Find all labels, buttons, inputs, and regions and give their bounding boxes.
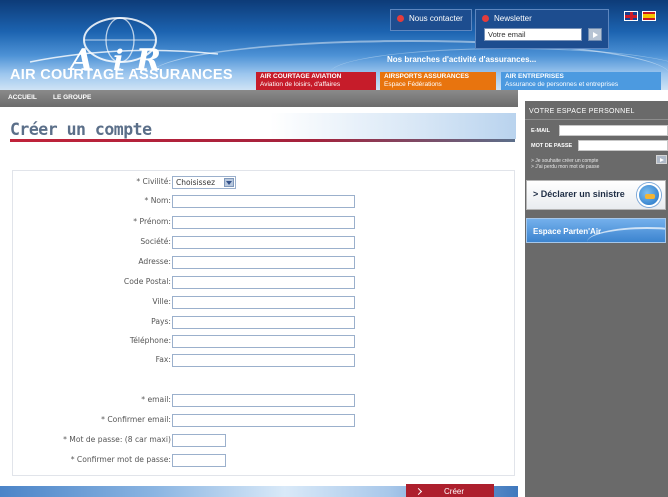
telephone-input[interactable] (172, 335, 355, 348)
newsletter-box: Newsletter (475, 9, 609, 49)
ville-label: Ville: (152, 297, 171, 306)
branch-tab-title: AIR ENTREPRISES (505, 73, 564, 80)
form-row-ville: Ville: (13, 296, 516, 310)
form-row-confirm-password: * Confirmer mot de passe: (13, 454, 516, 468)
confirm-email-input[interactable] (172, 414, 355, 427)
form-row-code-postal: Code Postal: (13, 276, 516, 290)
contact-link[interactable]: Nous contacter (390, 9, 472, 31)
form-row-civility: * Civilité: Choisissez (13, 176, 516, 190)
lost-password-link[interactable]: > J'ai perdu mon mot de passe (531, 164, 599, 170)
email-label: * email: (141, 395, 171, 404)
confirm-password-input[interactable] (172, 454, 226, 467)
title-underline (10, 139, 515, 142)
form-row-societe: Société: (13, 236, 516, 250)
site-header: A i R AIR COURTAGE ASSURANCES Nous conta… (0, 0, 668, 90)
page-title: Créer un compte (10, 120, 152, 139)
create-account-button-label: Créer (444, 487, 465, 496)
form-row-confirm-email: * Confirmer email: (13, 414, 516, 428)
form-row-fax: Fax: (13, 354, 516, 368)
adresse-input[interactable] (172, 256, 355, 269)
form-row-pays: Pays: (13, 316, 516, 330)
branch-tab-subtitle: Espace Fédérations (384, 81, 442, 88)
main-nav: ACCUEIL LE GROUPE (0, 90, 518, 107)
confirm-password-label: * Confirmer mot de passe: (70, 455, 171, 464)
login-email-label: E-MAIL (531, 128, 550, 134)
prenom-input[interactable] (172, 216, 355, 229)
email-input[interactable] (172, 394, 355, 407)
form-row-email: * email: (13, 394, 516, 408)
societe-label: Société: (140, 237, 171, 246)
branch-tab-aviation[interactable]: AIR COURTAGE AVIATION Aviation de loisir… (256, 72, 376, 90)
login-email-input[interactable] (559, 125, 668, 136)
car-accident-icon (637, 183, 661, 207)
branch-tab-airsports[interactable]: AIRSPORTS ASSURANCES Espace Fédérations (380, 72, 496, 90)
pays-input[interactable] (172, 316, 355, 329)
english-flag-icon[interactable] (624, 11, 638, 21)
create-account-form: * Civilité: Choisissez * Nom: * Prénom: … (12, 170, 515, 476)
newsletter-label: Newsletter (494, 14, 532, 23)
ville-input[interactable] (172, 296, 355, 309)
login-password-label: MOT DE PASSE (531, 143, 573, 149)
nav-groupe-link[interactable]: LE GROUPE (53, 94, 91, 101)
civility-select[interactable]: Choisissez (172, 176, 236, 189)
newsletter-submit-button[interactable] (588, 28, 602, 41)
login-password-input[interactable] (578, 140, 668, 151)
telephone-label: Téléphone: (129, 336, 171, 345)
code-postal-input[interactable] (172, 276, 355, 289)
company-name: AIR COURTAGE ASSURANCES (10, 67, 233, 83)
password-label: * Mot de passe: (8 car maxi) (63, 435, 171, 444)
title-gradient-decoration (270, 113, 516, 139)
branches-heading: Nos branches d'activité d'assurances... (387, 55, 537, 64)
fax-input[interactable] (172, 354, 355, 367)
newsletter-dot-icon (482, 15, 489, 22)
societe-input[interactable] (172, 236, 355, 249)
contact-dot-icon (397, 15, 404, 22)
branch-tab-subtitle: Assurance de personnes et entreprises (505, 81, 619, 88)
newsletter-email-input[interactable] (484, 28, 582, 41)
login-submit-button[interactable] (656, 155, 667, 164)
divider (525, 119, 668, 120)
form-row-password: * Mot de passe: (8 car maxi) (13, 434, 516, 448)
air-logo-icon[interactable]: A i R (10, 14, 220, 72)
code-postal-label: Code Postal: (123, 277, 171, 286)
chevron-down-icon[interactable] (224, 178, 234, 187)
confirm-email-label: * Confirmer email: (101, 415, 171, 424)
account-panel-title: VOTRE ESPACE PERSONNEL (529, 108, 635, 115)
civility-label: * Civilité: (136, 177, 171, 186)
adresse-label: Adresse: (138, 257, 171, 266)
contact-label: Nous contacter (409, 14, 463, 23)
create-account-button[interactable]: Créer (406, 484, 494, 497)
fax-label: Fax: (155, 355, 171, 364)
chevron-right-icon (414, 487, 423, 496)
form-row-prenom: * Prénom: (13, 216, 516, 230)
form-row-telephone: Téléphone: (13, 335, 516, 349)
prenom-label: * Prénom: (133, 217, 171, 226)
pays-label: Pays: (151, 317, 171, 326)
nav-accueil-link[interactable]: ACCUEIL (8, 94, 37, 101)
sidebar: VOTRE ESPACE PERSONNEL E-MAIL MOT DE PAS… (525, 101, 668, 497)
civility-selected-value: Choisissez (176, 178, 216, 187)
nom-label: * Nom: (144, 196, 172, 205)
branch-tab-title: AIR COURTAGE AVIATION (260, 73, 342, 80)
branch-tab-subtitle: Aviation de loisirs, d'affaires (260, 81, 341, 88)
nom-input[interactable] (172, 195, 355, 208)
partner-space-button[interactable]: Espace Parten'Air (526, 218, 666, 243)
declare-claim-button[interactable]: > Déclarer un sinistre (526, 180, 666, 210)
form-row-adresse: Adresse: (13, 256, 516, 270)
branch-tab-entreprises[interactable]: AIR ENTREPRISES Assurance de personnes e… (501, 72, 661, 90)
password-input[interactable] (172, 434, 226, 447)
spanish-flag-icon[interactable] (642, 11, 656, 21)
branch-tab-title: AIRSPORTS ASSURANCES (384, 73, 469, 80)
declare-claim-label: > Déclarer un sinistre (533, 189, 625, 199)
form-row-nom: * Nom: (13, 195, 516, 209)
partner-space-label: Espace Parten'Air (533, 227, 602, 236)
